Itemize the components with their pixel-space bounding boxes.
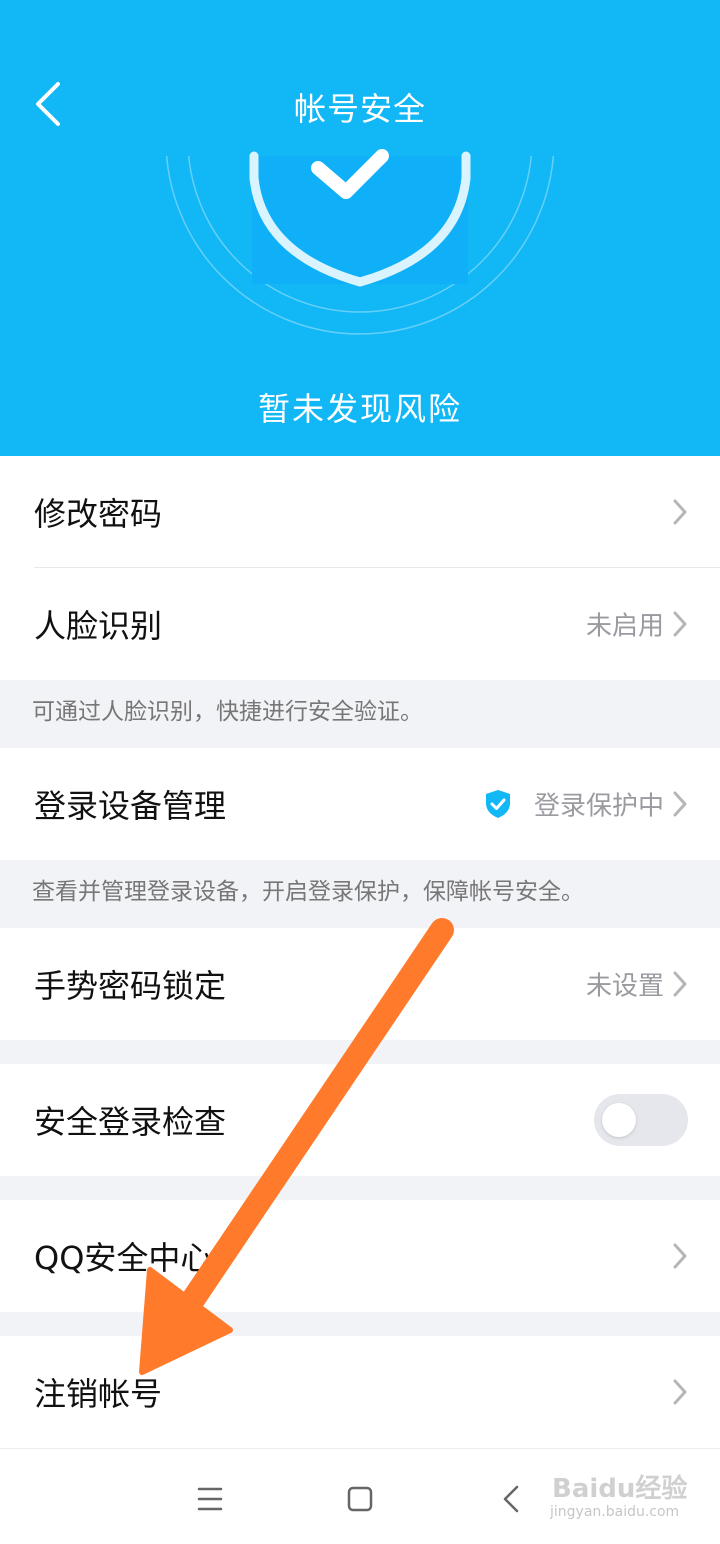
secure-login-check-toggle[interactable] bbox=[594, 1094, 688, 1146]
toggle-knob bbox=[602, 1103, 636, 1137]
watermark-logo: Baidu经验 bbox=[552, 1474, 688, 1504]
qq-security-center-label: QQ安全中心 bbox=[34, 1239, 213, 1277]
shield-check-icon bbox=[486, 790, 510, 818]
baidu-watermark: Baidu经验 jingyan.baidu.com bbox=[550, 1468, 700, 1528]
chevron-right-icon bbox=[673, 1379, 687, 1405]
chevron-right-icon bbox=[673, 499, 687, 525]
chevron-right-icon bbox=[673, 611, 687, 637]
face-recognition-hint: 可通过人脸识别，快捷进行安全验证。 bbox=[32, 699, 423, 725]
watermark-url: jingyan.baidu.com bbox=[550, 1504, 680, 1520]
cancel-account-item[interactable]: 注销帐号 bbox=[0, 1336, 720, 1448]
device-management-hint: 查看并管理登录设备，开启登录保护，保障帐号安全。 bbox=[32, 879, 584, 905]
login-device-management-label: 登录设备管理 bbox=[34, 787, 227, 825]
nav-back-icon[interactable] bbox=[492, 1479, 532, 1519]
change-password-label: 修改密码 bbox=[34, 495, 163, 533]
qq-security-center-item[interactable]: QQ安全中心 bbox=[0, 1200, 720, 1312]
face-recognition-item[interactable]: 人脸识别 未启用 bbox=[0, 568, 720, 680]
gesture-password-label: 手势密码锁定 bbox=[34, 967, 227, 1005]
secure-login-check-label: 安全登录检查 bbox=[34, 1103, 227, 1141]
face-recognition-label: 人脸识别 bbox=[34, 607, 163, 645]
chevron-right-icon bbox=[673, 1243, 687, 1269]
gesture-password-status: 未设置 bbox=[585, 971, 664, 1002]
face-recognition-status: 未启用 bbox=[585, 611, 664, 642]
page-title: 帐号安全 bbox=[293, 90, 426, 128]
login-device-management-item[interactable]: 登录设备管理 登录保护中 bbox=[0, 748, 720, 860]
secure-login-check-item: 安全登录检查 bbox=[0, 1064, 720, 1176]
cancel-account-label: 注销帐号 bbox=[34, 1375, 163, 1413]
gesture-password-item[interactable]: 手势密码锁定 未设置 bbox=[0, 928, 720, 1040]
risk-status-text: 暂未发现风险 bbox=[257, 390, 462, 428]
login-protection-status: 登录保护中 bbox=[533, 791, 664, 822]
chevron-right-icon bbox=[673, 791, 687, 817]
home-icon[interactable] bbox=[340, 1479, 380, 1519]
menu-icon[interactable] bbox=[190, 1479, 230, 1519]
chevron-right-icon bbox=[673, 971, 687, 997]
security-header: 帐号安全 暂未发现风险 bbox=[0, 0, 720, 456]
change-password-item[interactable]: 修改密码 bbox=[0, 456, 720, 568]
